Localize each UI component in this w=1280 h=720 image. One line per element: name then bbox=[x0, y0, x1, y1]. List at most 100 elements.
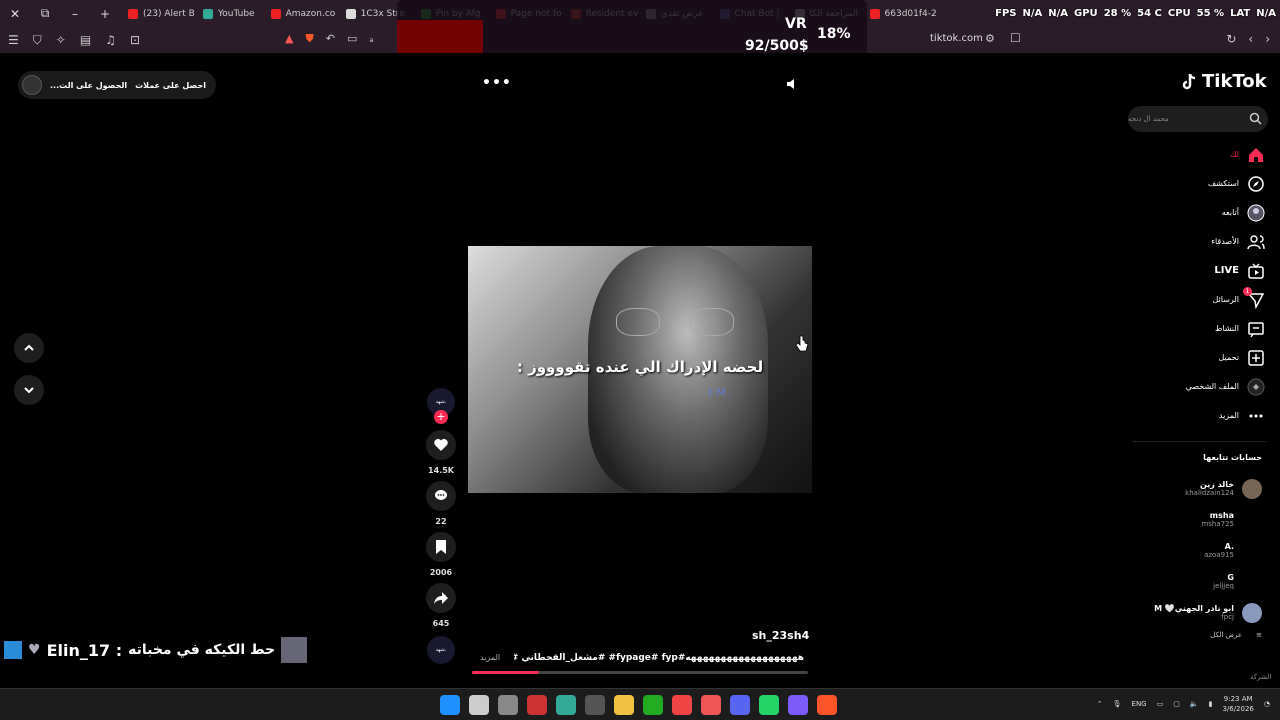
sidebar-item[interactable]: لك bbox=[1140, 140, 1265, 169]
sidebar-item[interactable]: تحميل bbox=[1140, 343, 1265, 372]
search-input[interactable]: محمد ال دنحه bbox=[1128, 106, 1268, 132]
following-handle: azoa915 bbox=[1204, 551, 1234, 559]
taskbar-app-icon[interactable] bbox=[730, 695, 750, 715]
taskbar-app-icon[interactable] bbox=[614, 695, 634, 715]
prev-video-button[interactable] bbox=[14, 333, 44, 363]
upload-icon bbox=[1247, 349, 1265, 367]
get-app-label[interactable]: الحصول على الت... bbox=[50, 81, 127, 90]
minimize-icon[interactable]: – bbox=[60, 0, 90, 27]
video-author[interactable]: sh_23sh4 bbox=[752, 629, 809, 642]
comment-button[interactable] bbox=[426, 481, 456, 511]
taskbar-app-icon[interactable] bbox=[759, 695, 779, 715]
following-avatar[interactable] bbox=[1242, 509, 1262, 530]
music-icon[interactable]: ♫ bbox=[105, 33, 116, 48]
tray-chevron-icon[interactable]: ⌃ bbox=[1097, 700, 1103, 708]
see-all-label[interactable]: عرض الكل bbox=[1210, 631, 1242, 639]
following-name: خالد زين bbox=[1200, 480, 1234, 489]
save-button[interactable] bbox=[426, 532, 456, 562]
following-name: G bbox=[1227, 573, 1234, 582]
taskbar-app-icon[interactable] bbox=[585, 695, 605, 715]
user-avatar[interactable] bbox=[22, 75, 42, 95]
follow-plus-button[interactable]: + bbox=[434, 410, 448, 424]
following-text: M 🤍ابو نادر الجهني fpcj bbox=[1154, 604, 1234, 621]
next-video-button[interactable] bbox=[14, 375, 44, 405]
music-disc-avatar[interactable]: شهد. bbox=[427, 636, 455, 664]
browser-tab[interactable]: YouTube bbox=[195, 0, 263, 27]
taskbar-app-icon[interactable] bbox=[788, 695, 808, 715]
like-button[interactable] bbox=[426, 430, 456, 460]
video-progress[interactable] bbox=[472, 671, 808, 674]
sidebar-item[interactable]: أتابعه bbox=[1140, 198, 1265, 227]
browser-tab[interactable]: Amazon.co bbox=[263, 0, 338, 27]
following-item[interactable]: خالد زين khalidzain124 bbox=[1130, 473, 1262, 504]
new-tab-icon[interactable]: + bbox=[90, 0, 120, 27]
sidebar-item[interactable]: استكشف bbox=[1140, 169, 1265, 198]
menu-icon[interactable]: ☰ bbox=[8, 33, 19, 48]
coins-label[interactable]: احصل على عملات bbox=[135, 81, 206, 90]
language-indicator[interactable]: ENG bbox=[1132, 700, 1147, 708]
video-more-icon[interactable]: ••• bbox=[482, 75, 512, 91]
taskbar-app-icon[interactable] bbox=[556, 695, 576, 715]
following-item[interactable]: A. azoa915 bbox=[1130, 535, 1262, 566]
sidebar-item[interactable]: الملف الشخصي bbox=[1140, 372, 1265, 401]
taskbar-app-icon[interactable] bbox=[817, 695, 837, 715]
close-window-icon[interactable]: ✕ bbox=[0, 0, 30, 27]
bookmark-icon[interactable]: ☐ bbox=[1010, 31, 1021, 45]
brave-shield-icon[interactable]: ⛊ bbox=[305, 32, 313, 46]
sidebar-item[interactable]: النشاط bbox=[1140, 314, 1265, 343]
undo-icon[interactable]: ↶ bbox=[326, 32, 335, 46]
following-item[interactable]: msha msha725 bbox=[1130, 504, 1262, 535]
reload-icon[interactable]: ↻ bbox=[1226, 32, 1236, 46]
microphone-icon[interactable]: 🎙 bbox=[1113, 700, 1122, 708]
battery-icon[interactable]: ▮ bbox=[1209, 700, 1213, 708]
tiktok-logo[interactable]: TikTok bbox=[1182, 71, 1267, 92]
taskbar-app-icon[interactable] bbox=[527, 695, 547, 715]
taskbar-app-icon[interactable] bbox=[672, 695, 692, 715]
wallet-icon[interactable]: ▤ bbox=[80, 33, 91, 48]
search-icon[interactable] bbox=[1249, 112, 1262, 125]
display-icon[interactable]: ▭ bbox=[1157, 700, 1164, 708]
leo-icon[interactable]: ✧ bbox=[56, 33, 66, 48]
volume-icon[interactable] bbox=[785, 77, 799, 91]
more-link[interactable]: المزيد bbox=[480, 653, 500, 662]
following-avatar[interactable] bbox=[1242, 602, 1262, 623]
sidebar-item[interactable]: المزيد bbox=[1140, 401, 1265, 430]
network-icon[interactable]: ▢ bbox=[1173, 700, 1180, 708]
share-button[interactable] bbox=[426, 583, 456, 613]
translate-icon[interactable]: ₐ bbox=[369, 32, 373, 46]
url-field[interactable]: tiktok.com bbox=[930, 33, 983, 44]
see-all-link[interactable]: عرض الكل ≡ bbox=[1140, 631, 1262, 639]
reader-icon[interactable]: ⊡ bbox=[130, 33, 140, 48]
following-avatar[interactable] bbox=[1242, 571, 1262, 592]
taskbar-app-icon[interactable] bbox=[498, 695, 518, 715]
following-name: A. bbox=[1224, 542, 1234, 551]
more-dots-icon bbox=[1247, 407, 1265, 425]
notifications-icon[interactable]: ◔ bbox=[1264, 700, 1270, 708]
following-item[interactable]: M 🤍ابو نادر الجهني fpcj bbox=[1130, 597, 1262, 628]
site-settings-icon[interactable]: ⚙ bbox=[985, 32, 995, 45]
clock[interactable]: 9:23 AM 3/6/2026 bbox=[1222, 694, 1253, 714]
stream-badge-icon bbox=[4, 641, 22, 659]
sidebar-item[interactable]: LIVE bbox=[1140, 256, 1265, 285]
company-link[interactable]: الشركة bbox=[1250, 673, 1271, 681]
rewards-icon[interactable]: ▲ bbox=[285, 32, 293, 46]
taskbar-app-icon[interactable] bbox=[440, 695, 460, 715]
coins-pill[interactable]: احصل على عملات الحصول على الت... bbox=[18, 71, 216, 99]
sidebar-item[interactable]: الرسائل 1 bbox=[1140, 285, 1265, 314]
sidebar-item[interactable]: الأصدقاء bbox=[1140, 227, 1265, 256]
tab-overview-icon[interactable]: ⧉ bbox=[30, 0, 60, 27]
browser-tab[interactable]: 663d01f4-2 bbox=[862, 0, 937, 27]
taskbar-app-icon[interactable] bbox=[701, 695, 721, 715]
following-avatar[interactable] bbox=[1242, 478, 1262, 499]
taskbar-app-icon[interactable] bbox=[643, 695, 663, 715]
back-icon[interactable]: ‹ bbox=[1248, 32, 1253, 46]
browser-tab[interactable]: (23) Alert B bbox=[120, 0, 195, 27]
forward-icon[interactable]: › bbox=[1265, 32, 1270, 46]
cast-icon[interactable]: ▭ bbox=[347, 32, 357, 46]
video-player[interactable]: لحضه الإدراك الي عنده تقووووز : FM. bbox=[468, 246, 812, 493]
following-item[interactable]: Gjeljjeq bbox=[1130, 566, 1262, 597]
volume-tray-icon[interactable]: 🔈 bbox=[1190, 700, 1199, 708]
following-avatar[interactable] bbox=[1242, 540, 1262, 561]
shield-icon[interactable]: ⛉ bbox=[33, 33, 42, 48]
taskbar-app-icon[interactable] bbox=[469, 695, 489, 715]
